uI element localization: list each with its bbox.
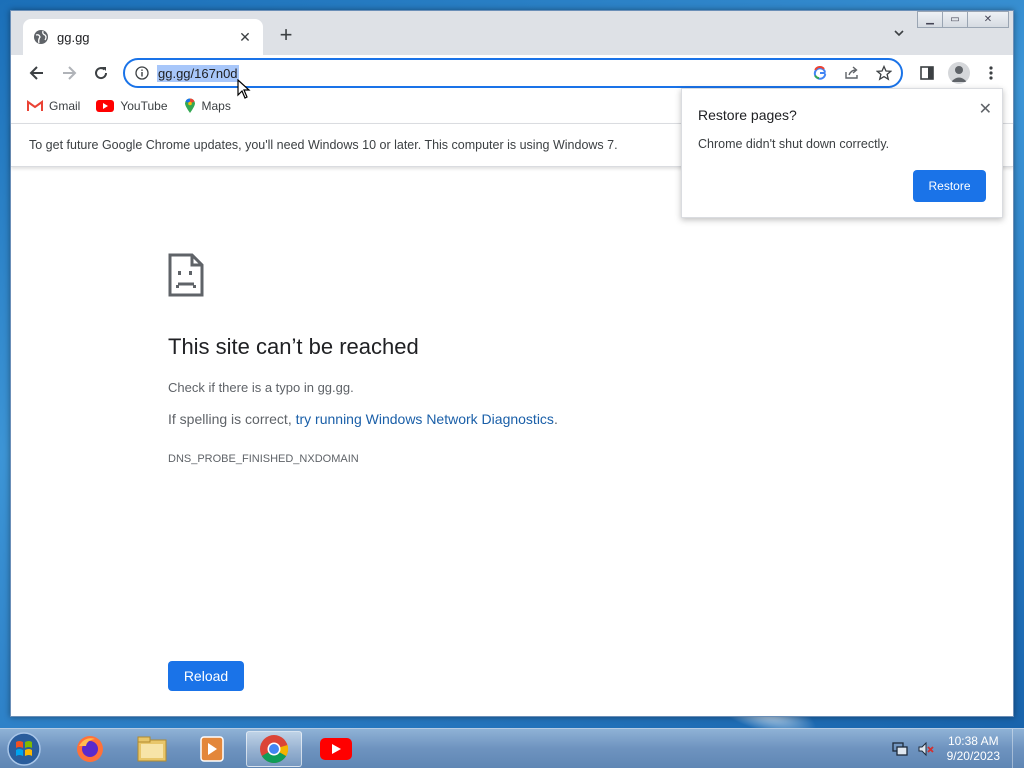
taskbar-chrome[interactable] [246, 731, 302, 767]
network-icon[interactable] [891, 740, 909, 758]
bookmark-star-icon[interactable] [873, 63, 895, 83]
close-icon[interactable]: ✕ [979, 99, 992, 119]
bookmark-label: YouTube [120, 99, 168, 113]
site-info-icon[interactable] [135, 66, 149, 80]
error-suggestion-typo: Check if there is a typo in gg.gg. [168, 380, 354, 395]
bookmark-maps[interactable]: Maps [184, 98, 231, 114]
file-explorer-icon [137, 736, 167, 762]
reload-button[interactable]: Reload [168, 661, 244, 691]
firefox-icon [77, 736, 103, 762]
reload-icon[interactable] [89, 61, 113, 85]
chrome-icon [260, 735, 289, 763]
avatar [948, 62, 970, 84]
forward-icon[interactable] [57, 61, 81, 85]
maps-icon [184, 98, 195, 113]
tab-close-icon[interactable]: ✕ [237, 29, 253, 46]
error-suggestion-diagnostics: If spelling is correct, try running Wind… [168, 411, 558, 427]
system-tray: 10:38 AM 9/20/2023 [891, 729, 1024, 768]
gmail-icon [27, 100, 43, 111]
side-panel-icon[interactable] [915, 61, 939, 85]
globe-icon [34, 30, 48, 44]
taskbar-firefox[interactable] [62, 731, 118, 767]
tab-title: gg.gg [57, 29, 90, 45]
error-code: DNS_PROBE_FINISHED_NXDOMAIN [168, 453, 359, 465]
window-controls: ▁ ▭ ✕ [917, 11, 1009, 29]
toolbar: gg.gg/167n0d [11, 55, 1013, 91]
popup-title: Restore pages? [698, 107, 797, 123]
chrome-window: gg.gg ✕ + ▁ ▭ ✕ gg.gg/167n0d Gmail YouTu… [10, 10, 1014, 717]
network-diagnostics-link[interactable]: try running Windows Network Diagnostics [296, 411, 554, 427]
clock[interactable]: 10:38 AM 9/20/2023 [947, 734, 1000, 764]
taskbar: 10:38 AM 9/20/2023 [0, 728, 1024, 768]
new-tab-button[interactable]: + [275, 24, 297, 47]
bookmark-youtube[interactable]: YouTube [96, 99, 168, 113]
restore-button[interactable]: Restore [913, 170, 986, 202]
tab-gg[interactable]: gg.gg ✕ [23, 19, 263, 55]
bookmark-gmail[interactable]: Gmail [27, 99, 80, 113]
popup-message: Chrome didn't shut down correctly. [698, 137, 890, 151]
title-bar: gg.gg ✕ + ▁ ▭ ✕ [11, 11, 1013, 55]
taskbar-media-player[interactable] [184, 731, 240, 767]
show-desktop-button[interactable] [1012, 729, 1024, 768]
google-lens-icon[interactable] [809, 63, 831, 83]
diagnostics-suffix: . [553, 411, 558, 427]
toolbar-right [915, 61, 1003, 85]
bookmark-label: Gmail [49, 99, 81, 113]
back-icon[interactable] [25, 61, 49, 85]
url-text[interactable]: gg.gg/167n0d [157, 64, 239, 82]
youtube-icon [320, 738, 352, 760]
diagnostics-prefix: If spelling is correct, [168, 411, 296, 427]
restore-pages-popup: Restore pages? ✕ Chrome didn't shut down… [681, 88, 1003, 218]
bookmark-label: Maps [201, 99, 231, 113]
share-icon[interactable] [841, 63, 863, 83]
error-title: This site can’t be reached [168, 334, 419, 359]
omnibox-actions [809, 63, 895, 83]
clock-date: 9/20/2023 [946, 749, 1000, 763]
tab-search-chevron-icon[interactable] [891, 27, 907, 43]
sad-document-icon [168, 253, 204, 297]
youtube-icon [96, 100, 115, 112]
clock-time: 10:38 AM [947, 734, 999, 748]
taskbar-youtube[interactable] [308, 731, 364, 767]
infobar-message: To get future Google Chrome updates, you… [29, 138, 618, 152]
close-window-button[interactable]: ✕ [967, 11, 1009, 28]
start-button-icon[interactable] [4, 730, 44, 768]
profile-icon[interactable] [947, 61, 971, 85]
minimize-button[interactable]: ▁ [917, 11, 943, 28]
maximize-button[interactable]: ▭ [942, 11, 968, 28]
media-player-icon [200, 736, 224, 762]
volume-muted-icon[interactable] [917, 740, 935, 758]
taskbar-file-explorer[interactable] [124, 731, 180, 767]
error-page: This site can’t be reached Check if ther… [11, 168, 1013, 718]
mouse-cursor-icon [237, 79, 251, 99]
menu-icon[interactable] [979, 61, 1003, 85]
